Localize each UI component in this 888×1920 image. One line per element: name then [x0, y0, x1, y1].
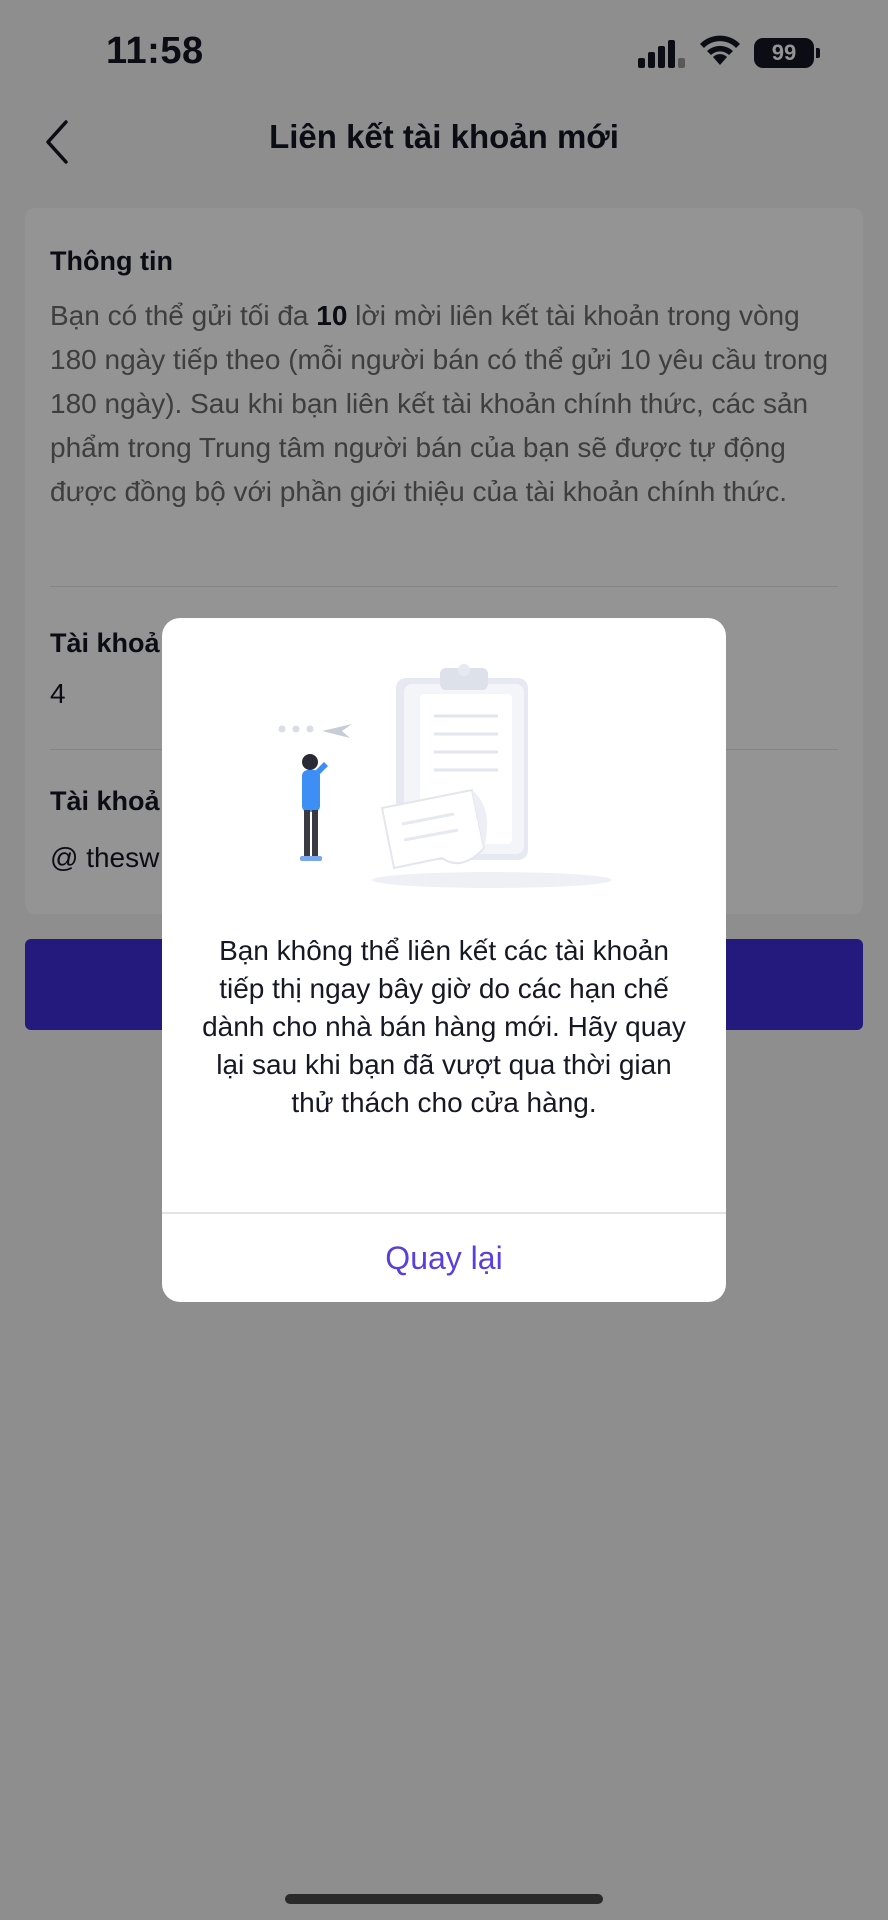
- dialog-message: Bạn không thể liên kết các tài khoản tiế…: [202, 935, 686, 1118]
- home-indicator[interactable]: [285, 1894, 603, 1904]
- clipboard-person-illustration: [278, 664, 612, 888]
- restriction-dialog: Bạn không thể liên kết các tài khoản tiế…: [162, 618, 726, 1302]
- go-back-button[interactable]: Quay lại: [162, 1214, 726, 1302]
